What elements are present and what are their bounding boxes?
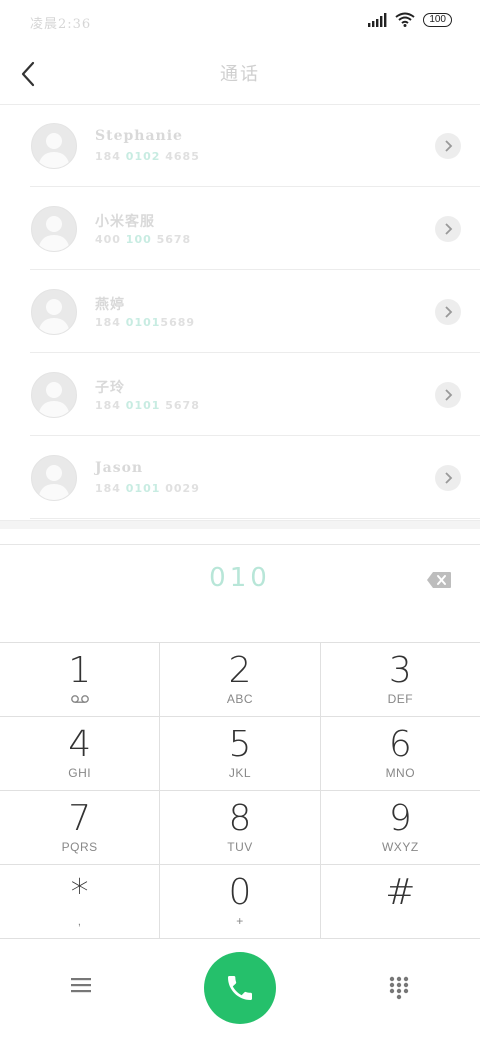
key-digit: 2 — [228, 650, 252, 691]
list-footer-band — [0, 520, 480, 529]
key-6[interactable]: 6 MNO — [321, 717, 480, 790]
contact-name: 小米客服 — [95, 214, 155, 230]
page-title: 通话 — [220, 64, 260, 85]
key-letters: GHI — [68, 766, 92, 780]
key-8[interactable]: 8 TUV — [160, 791, 321, 864]
contact-list: Stephanie 184 0102 4685 小米客服 400 100 567… — [0, 104, 480, 520]
contact-name: 子玲 — [95, 380, 125, 396]
menu-button[interactable] — [70, 976, 92, 994]
key-digit: 4 — [68, 724, 92, 765]
key-digit: 9 — [388, 798, 412, 839]
avatar — [31, 206, 77, 252]
call-button[interactable] — [204, 952, 276, 1024]
person-icon — [38, 216, 70, 251]
contact-detail-button[interactable] — [435, 299, 461, 325]
key-letters: JKL — [228, 766, 252, 780]
contact-name: Stephanie — [95, 128, 183, 144]
key-digit: * — [70, 872, 89, 913]
contact-phone: 184 0101 0029 — [95, 482, 200, 495]
contact-phone: 184 01015689 — [95, 316, 196, 329]
key-4[interactable]: 4 GHI — [0, 717, 161, 790]
person-icon — [38, 299, 70, 334]
status-bar: 凌晨2:36 100 — [0, 0, 480, 44]
status-time: 凌晨2:36 — [30, 17, 92, 32]
contact-detail-button[interactable] — [435, 382, 461, 408]
chevron-right-icon — [445, 140, 453, 152]
key-digit: 6 — [388, 724, 412, 765]
menu-icon — [71, 978, 91, 993]
person-icon — [38, 382, 70, 417]
key-9[interactable]: 9 WXYZ — [321, 791, 480, 864]
key-letters: , — [77, 914, 82, 928]
person-icon — [38, 133, 70, 168]
contact-name: Jason — [95, 460, 144, 476]
chevron-right-icon — [445, 472, 453, 484]
key-letters: WXYZ — [381, 840, 419, 854]
key-letters: ABC — [226, 692, 254, 706]
dialed-number: 010 — [209, 563, 271, 593]
chevron-right-icon — [445, 389, 453, 401]
key-letters: + — [236, 914, 244, 928]
keypad-row: 1 2 ABC 3 DEF — [0, 643, 480, 717]
keypad: 1 2 ABC 3 DEF 4 GHI 5 JKL 6 MNO 7 PQRS 8… — [0, 642, 480, 939]
key-hash[interactable]: # — [321, 865, 480, 938]
avatar — [31, 289, 77, 335]
key-0[interactable]: 0 + — [160, 865, 321, 938]
key-letters: TUV — [227, 840, 253, 854]
list-item[interactable]: 小米客服 400 100 5678 — [0, 187, 480, 270]
person-icon — [38, 465, 70, 500]
header: 通话 — [0, 44, 480, 105]
key-digit: 1 — [68, 650, 92, 691]
list-item[interactable]: 子玲 184 0101 5678 — [0, 353, 480, 436]
keypad-row: 7 PQRS 8 TUV 9 WXYZ — [0, 791, 480, 865]
contact-phone: 184 0102 4685 — [95, 150, 200, 163]
key-7[interactable]: 7 PQRS — [0, 791, 161, 864]
contact-detail-button[interactable] — [435, 216, 461, 242]
avatar — [31, 372, 77, 418]
avatar — [31, 123, 77, 169]
key-digit: 0 — [228, 872, 252, 913]
key-letters: PQRS — [61, 840, 98, 854]
key-1[interactable]: 1 — [0, 643, 161, 716]
list-item[interactable]: Jason 184 0101 0029 — [0, 436, 480, 519]
key-2[interactable]: 2 ABC — [160, 643, 321, 716]
key-5[interactable]: 5 JKL — [160, 717, 321, 790]
bottom-bar — [0, 938, 480, 1040]
battery-indicator: 100 — [423, 12, 452, 27]
divider — [30, 518, 480, 519]
contact-phone: 400 100 5678 — [95, 233, 192, 246]
chevron-right-icon — [445, 223, 453, 235]
key-digit: 7 — [68, 798, 92, 839]
avatar — [31, 455, 77, 501]
dialpad-toggle-button[interactable] — [389, 976, 409, 1000]
key-letters: DEF — [387, 692, 414, 706]
contact-name: 燕婷 — [95, 297, 125, 313]
key-star[interactable]: * , — [0, 865, 161, 938]
list-item[interactable]: 燕婷 184 01015689 — [0, 270, 480, 353]
voicemail-icon — [0, 692, 159, 707]
backspace-button[interactable] — [426, 571, 454, 591]
key-3[interactable]: 3 DEF — [321, 643, 480, 716]
key-letters: MNO — [385, 766, 416, 780]
contact-detail-button[interactable] — [435, 133, 461, 159]
chevron-right-icon — [445, 306, 453, 318]
signal-icon — [368, 12, 387, 27]
list-item[interactable]: Stephanie 184 0102 4685 — [0, 104, 480, 187]
key-digit: 3 — [388, 650, 412, 691]
contact-detail-button[interactable] — [435, 465, 461, 491]
keypad-row: * , 0 + # — [0, 865, 480, 939]
key-digit: 5 — [228, 724, 252, 765]
backspace-icon — [427, 572, 451, 588]
key-digit: # — [385, 872, 416, 913]
status-icons: 100 — [367, 12, 452, 27]
dialpad-icon — [389, 976, 409, 1000]
key-digit: 8 — [228, 798, 252, 839]
wifi-icon — [395, 12, 415, 27]
phone-icon — [228, 976, 252, 1000]
contact-phone: 184 0101 5678 — [95, 399, 200, 412]
keypad-row: 4 GHI 5 JKL 6 MNO — [0, 717, 480, 791]
